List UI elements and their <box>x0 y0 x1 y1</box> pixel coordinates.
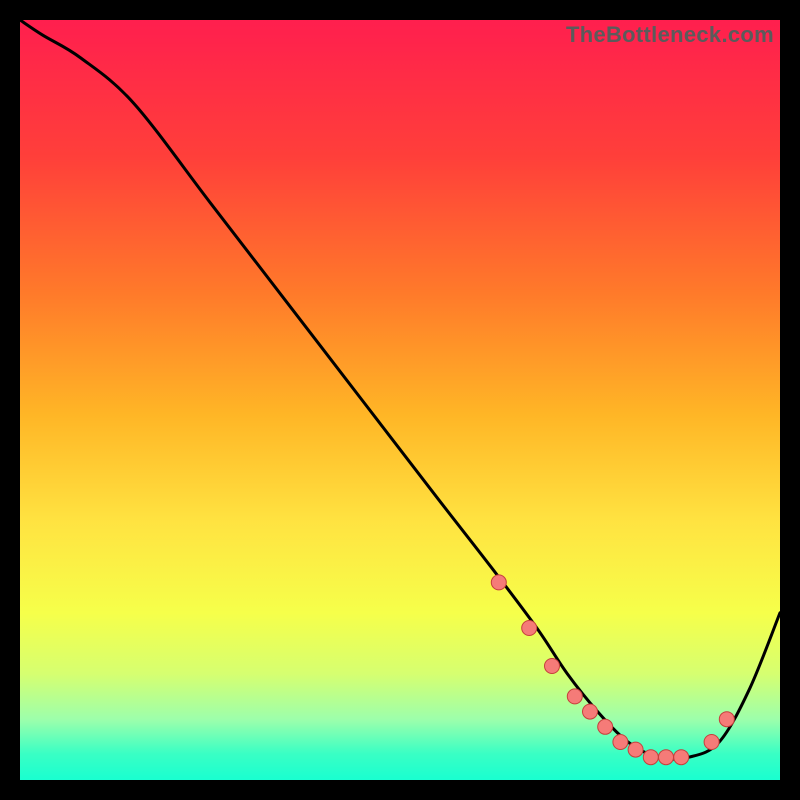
data-marker <box>643 750 658 765</box>
data-marker <box>491 575 506 590</box>
data-marker <box>598 719 613 734</box>
data-marker <box>567 689 582 704</box>
data-marker <box>704 735 719 750</box>
data-marker <box>545 659 560 674</box>
data-marker <box>659 750 674 765</box>
data-marker <box>628 742 643 757</box>
bottleneck-chart <box>20 20 780 780</box>
watermark-text: TheBottleneck.com <box>566 22 774 48</box>
data-marker <box>583 704 598 719</box>
data-marker <box>719 712 734 727</box>
gradient-background <box>20 20 780 780</box>
data-marker <box>522 621 537 636</box>
chart-frame: TheBottleneck.com <box>20 20 780 780</box>
data-marker <box>613 735 628 750</box>
data-marker <box>674 750 689 765</box>
